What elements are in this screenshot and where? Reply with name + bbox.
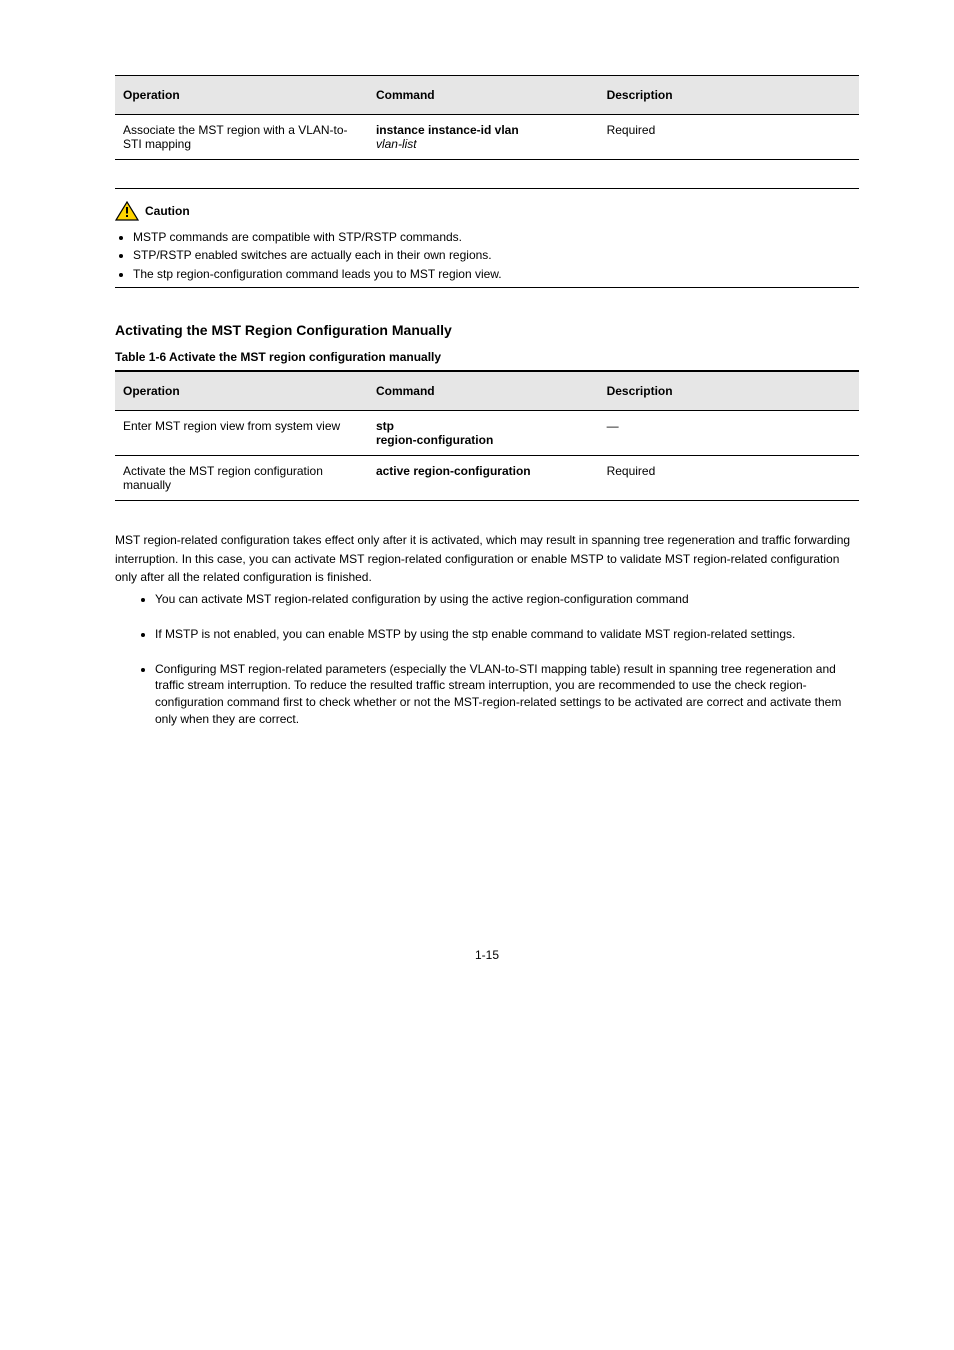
cell-operation: Associate the MST region with a VLAN-to-… [115,115,368,160]
cell-command: stp region-configuration [368,411,599,456]
table-header-command: Command [368,371,599,411]
table-caption: Table 1-6 Activate the MST region config… [115,350,859,364]
section-heading: Activating the MST Region Configuration … [115,322,859,338]
cell-command: active region-configuration [368,456,599,501]
warning-icon [115,201,139,221]
list-item: STP/RSTP enabled switches are actually e… [133,247,859,264]
cell-description: Required [599,456,859,501]
list-item: You can activate MST region-related conf… [155,591,859,608]
table-row: Enter MST region view from system view s… [115,411,859,456]
list-item: The stp region-configuration command lea… [133,266,859,283]
body-list: You can activate MST region-related conf… [115,591,859,728]
cell-operation: Enter MST region view from system view [115,411,368,456]
list-item: If MSTP is not enabled, you can enable M… [155,626,859,643]
caution-label: Caution [145,204,190,218]
body-text: MST region-related configuration takes e… [115,531,859,728]
list-item: Configuring MST region-related parameter… [155,661,859,728]
table-header-operation: Operation [115,76,368,115]
cell-operation: Activate the MST region configuration ma… [115,456,368,501]
table-header-operation: Operation [115,371,368,411]
divider [115,188,859,189]
caution-header: Caution [115,201,859,221]
table-row: Activate the MST region configuration ma… [115,456,859,501]
list-item: MSTP commands are compatible with STP/RS… [133,229,859,246]
paragraph: MST region-related configuration takes e… [115,531,859,587]
caution-block: Caution MSTP commands are compatible wit… [115,201,859,283]
cell-command: instance instance-id vlan vlan-list [368,115,599,160]
table-header-description: Description [599,371,859,411]
divider [115,287,859,288]
cell-description: Required [599,115,859,160]
page-number: 1-15 [115,948,859,962]
table-row: Associate the MST region with a VLAN-to-… [115,115,859,160]
table-header-command: Command [368,76,599,115]
caution-list: MSTP commands are compatible with STP/RS… [115,229,859,283]
table-activate-mst: Operation Command Description Enter MST … [115,370,859,501]
table-header-description: Description [599,76,859,115]
table-mst-vlan-mapping: Operation Command Description Associate … [115,75,859,160]
cell-description: — [599,411,859,456]
